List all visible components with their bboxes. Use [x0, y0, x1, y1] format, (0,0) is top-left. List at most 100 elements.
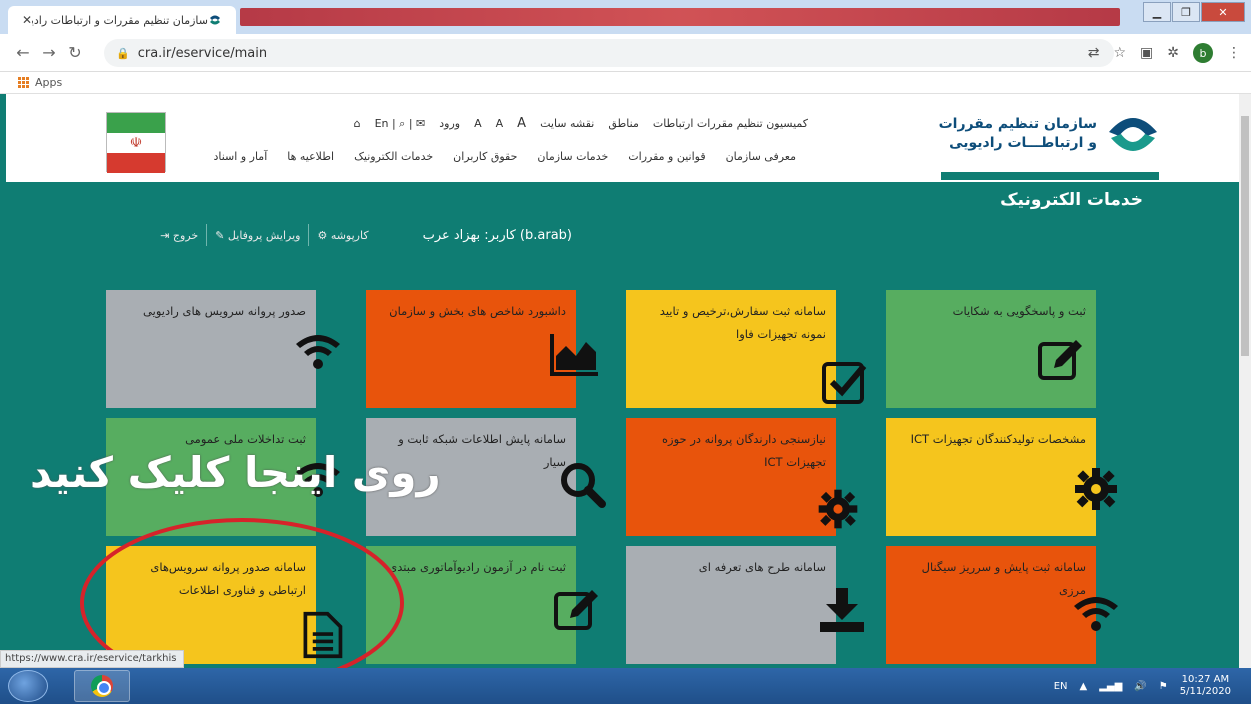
- tile-label: داشبورد شاخص های بخش و سازمان: [389, 304, 566, 318]
- address-toolbar: ← → ↻ 🔒 cra.ir/eservice/main ⇄ ☆ ▣ ✲ b ⋮: [0, 34, 1251, 72]
- back-icon[interactable]: ←: [10, 43, 36, 62]
- font-size-medium[interactable]: A: [496, 117, 504, 130]
- dashboard-link[interactable]: ⚙ کارپوشه: [317, 229, 368, 242]
- link-status-bar: https://www.cra.ir/eservice/tarkhis: [0, 650, 184, 668]
- bookmarks-bar: Apps: [0, 72, 1251, 94]
- font-size-small[interactable]: A: [474, 117, 482, 130]
- network-icon[interactable]: ▂▄▆: [1099, 681, 1122, 692]
- extension-puzzle-icon[interactable]: ✲: [1167, 45, 1179, 61]
- tile-label: نیازسنجی دارندگان پروانه در حوزه تجهیزات…: [662, 432, 826, 469]
- tile-tariff-plans[interactable]: سامانه طرح های تعرفه ای: [626, 546, 864, 664]
- dashboard-label: کارپوشه: [330, 228, 369, 242]
- page-scrollbar[interactable]: [1239, 94, 1251, 668]
- home-icon[interactable]: ⌂: [354, 117, 361, 130]
- site-header: سازمان تنظیم مقررات و ارتباطـــات رادیوی…: [6, 94, 1239, 182]
- page-title: خدمات الکترونیک: [1000, 190, 1143, 210]
- annotation-text: روی اینجا کلیک کنید: [30, 448, 441, 497]
- translate-icon[interactable]: ⇄: [1088, 45, 1100, 61]
- top-link-sitemap[interactable]: نقشه سایت: [540, 117, 594, 130]
- action-center-icon[interactable]: ⚑: [1159, 681, 1168, 692]
- clock[interactable]: 10:27 AM 5/11/2020: [1180, 674, 1231, 698]
- logout-label: خروج: [172, 228, 199, 242]
- maximize-button[interactable]: ❐: [1172, 2, 1200, 22]
- top-link-regions[interactable]: مناطق: [608, 117, 639, 130]
- gear-icon: [818, 489, 858, 529]
- tile-ict-manufacturers[interactable]: مشخصات تولیدکنندگان تجهیزات ICT: [886, 418, 1117, 536]
- top-link-lang-search-mail[interactable]: En | ⌕ | ✉: [375, 117, 426, 131]
- tile-complaints[interactable]: ثبت و پاسخگویی به شکایات: [886, 290, 1096, 408]
- top-links: کمیسیون تنظیم مقررات ارتباطات مناطق نقشه…: [188, 116, 808, 131]
- wifi-icon: [296, 335, 340, 369]
- tile-order-registration[interactable]: سامانه ثبت سفارش،ترخیص و تایید نمونه تجه…: [626, 290, 867, 408]
- site-favicon-icon: [210, 15, 220, 25]
- apps-link[interactable]: Apps: [35, 76, 62, 89]
- site-logo[interactable]: سازمان تنظیم مقررات و ارتباطـــات رادیوی…: [939, 112, 1159, 156]
- download-icon: [820, 588, 864, 632]
- window-controls: ▁ ❐ ✕: [1143, 2, 1245, 22]
- edit-icon: [1038, 340, 1082, 380]
- divider: [308, 224, 310, 246]
- browser-tab[interactable]: ✕ سازمان تنظیم مقررات و ارتباطات رادیویی: [8, 6, 236, 34]
- close-window-button[interactable]: ✕: [1201, 2, 1245, 22]
- user-bar: کاربر: بهزاد عرب (b.arab) ⚙ کارپوشه ✎ وی…: [112, 222, 572, 248]
- minimize-button[interactable]: ▁: [1143, 2, 1171, 22]
- blurred-window-title: [240, 8, 1120, 26]
- tile-dashboard-indicators[interactable]: داشبورد شاخص های بخش و سازمان: [366, 290, 598, 408]
- tile-label: مشخصات تولیدکنندگان تجهیزات ICT: [910, 432, 1086, 446]
- start-button[interactable]: [8, 670, 48, 702]
- screen: ✕ سازمان تنظیم مقررات و ارتباطات رادیویی…: [0, 0, 1251, 704]
- tile-label: صدور پروانه سرویس های رادیویی: [143, 304, 306, 318]
- search-icon: [561, 463, 606, 508]
- forward-icon[interactable]: →: [36, 43, 62, 62]
- system-tray: EN ▲ ▂▄▆ 🔊 ⚑ 10:27 AM 5/11/2020: [1054, 674, 1231, 698]
- lock-icon: 🔒: [116, 46, 130, 60]
- nav-item-laws[interactable]: قوانین و مقررات: [628, 150, 705, 163]
- url-text: cra.ir/eservice/main: [137, 45, 268, 61]
- tile-needs-assessment[interactable]: نیازسنجی دارندگان پروانه در حوزه تجهیزات…: [626, 418, 858, 536]
- edit-profile-label: ویرایش پروفایل: [227, 228, 301, 242]
- scrollbar-thumb[interactable]: [1241, 116, 1249, 356]
- clock-date: 5/11/2020: [1179, 686, 1231, 697]
- reload-icon[interactable]: ↻: [62, 43, 88, 62]
- logo-underline: [941, 172, 1159, 180]
- windows-taskbar: EN ▲ ▂▄▆ 🔊 ⚑ 10:27 AM 5/11/2020: [0, 668, 1251, 704]
- tile-label: سامانه ثبت پایش و سرریز سیگنال مرزی: [921, 560, 1086, 597]
- apps-grid-icon[interactable]: [18, 77, 29, 88]
- nav-item-eservices[interactable]: خدمات الکترونیک: [354, 150, 433, 163]
- font-size-large[interactable]: A: [517, 116, 526, 131]
- top-link-login[interactable]: ورود: [439, 117, 460, 130]
- tile-border-signal[interactable]: سامانه ثبت پایش و سرریز سیگنال مرزی: [886, 546, 1118, 664]
- checkbox-icon: [822, 362, 867, 404]
- tray-expand-icon[interactable]: ▲: [1080, 681, 1088, 692]
- bookmark-star-icon[interactable]: ☆: [1113, 45, 1126, 61]
- url-field[interactable]: 🔒 cra.ir/eservice/main: [104, 39, 1114, 67]
- browser-tabbar: ✕ سازمان تنظیم مقررات و ارتباطات رادیویی…: [0, 0, 1251, 34]
- taskbar-chrome[interactable]: [74, 670, 130, 702]
- cra-logo-icon: [1109, 118, 1157, 151]
- top-link-commission[interactable]: کمیسیون تنظیم مقررات ارتباطات: [653, 117, 808, 130]
- area-chart-icon: [550, 334, 598, 376]
- tile-radio-licenses[interactable]: صدور پروانه سرویس های رادیویی: [106, 290, 340, 408]
- nav-item-services[interactable]: خدمات سازمان: [537, 150, 608, 163]
- main-nav: معرفی سازمان قوانین و مقررات خدمات سازما…: [196, 150, 796, 163]
- iran-flag-icon: ☫: [106, 112, 166, 173]
- language-indicator[interactable]: EN: [1054, 681, 1068, 692]
- profile-avatar[interactable]: b: [1193, 43, 1213, 63]
- nav-item-announcements[interactable]: اطلاعیه ها: [287, 150, 334, 163]
- nav-item-stats[interactable]: آمار و اسناد: [213, 150, 267, 163]
- logo-text: سازمان تنظیم مقررات و ارتباطـــات رادیوی…: [939, 115, 1097, 153]
- extension-icon[interactable]: ▣: [1140, 45, 1153, 61]
- wifi-icon: [1074, 597, 1118, 631]
- menu-dots-icon[interactable]: ⋮: [1227, 45, 1241, 61]
- volume-icon[interactable]: 🔊: [1134, 681, 1146, 692]
- tab-title: سازمان تنظیم مقررات و ارتباطات رادیویی: [32, 13, 208, 27]
- logo-line-2: و ارتباطـــات رادیویی: [949, 135, 1097, 151]
- logout-link[interactable]: ⇥ خروج: [160, 229, 198, 242]
- gear-icon: [1075, 468, 1117, 510]
- nav-item-about[interactable]: معرفی سازمان: [726, 150, 796, 163]
- edit-profile-link[interactable]: ✎ ویرایش پروفایل: [215, 229, 300, 242]
- tile-label: سامانه ثبت سفارش،ترخیص و تایید نمونه تجه…: [659, 304, 826, 341]
- toolbar-icons: ⇄ ☆ ▣ ✲ b ⋮: [1088, 43, 1241, 63]
- nav-item-user-rights[interactable]: حقوق کاربران: [453, 150, 517, 163]
- close-tab-icon[interactable]: ✕: [22, 13, 32, 27]
